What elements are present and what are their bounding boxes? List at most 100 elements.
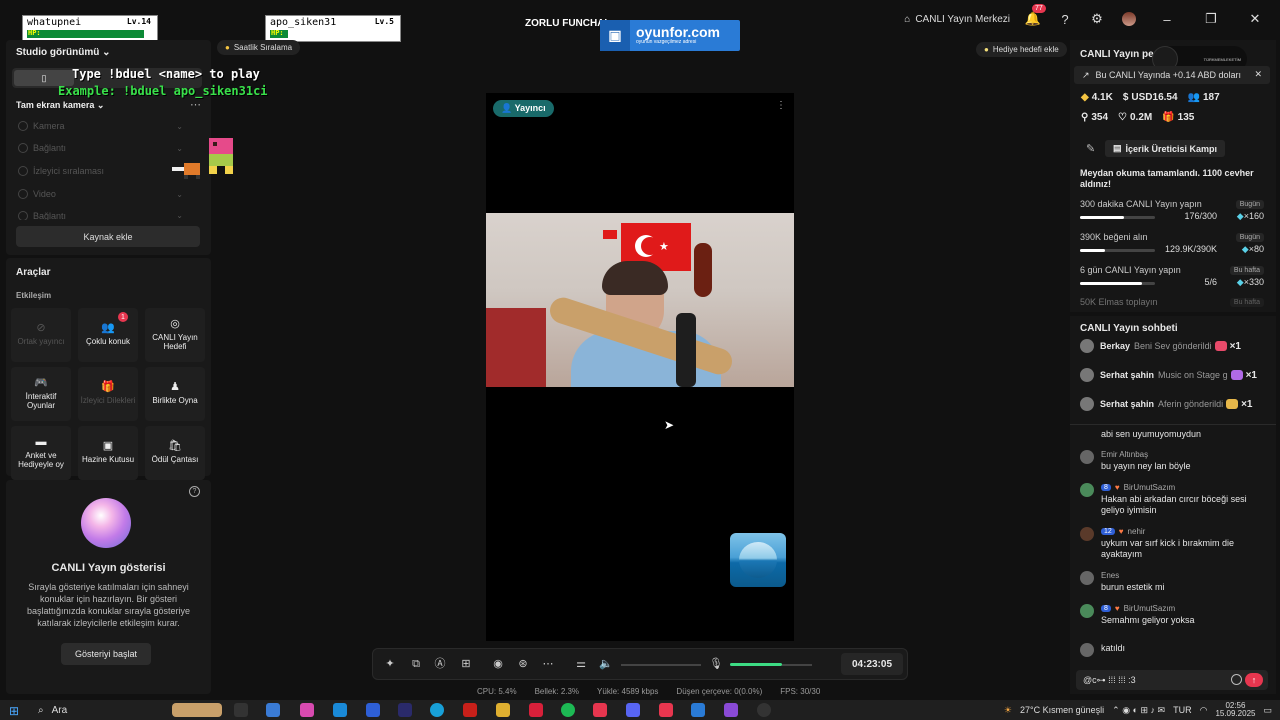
studio-view-dropdown[interactable]: Studio görünümü ⌄ [16, 47, 111, 58]
folder-icon[interactable] [496, 703, 510, 717]
file-explorer-icon[interactable] [266, 703, 280, 717]
tool-viewer-wishes[interactable]: 🎁 İzleyici Dilekleri [78, 367, 138, 421]
avatar[interactable] [1120, 10, 1138, 28]
speaker-icon[interactable]: 🔈 [599, 657, 613, 671]
spotify-icon[interactable] [561, 703, 575, 717]
tool-live-goal[interactable]: ◎ CANLI Yayın Hedefi [145, 308, 205, 362]
gift-goal-pill[interactable]: ● Hediye hedefi ekle [976, 42, 1067, 57]
notification-icon[interactable]: ▭ [1263, 705, 1272, 716]
avatar[interactable] [1080, 483, 1094, 497]
stats-row-2: ⚲ 354 ♡ 0.2M 🎁 135 [1081, 112, 1195, 123]
microphone-icon[interactable]: 🎙 [709, 657, 723, 671]
player-1-level: Lv.14 [126, 17, 151, 26]
avatar[interactable] [1080, 643, 1094, 657]
tool-interactive-games[interactable]: 🎮 İnteraktif Oyunlar [11, 367, 71, 421]
game-app-icon[interactable] [463, 703, 477, 717]
hourly-ranking-pill[interactable]: ● Saatlik Sıralama [217, 40, 301, 55]
upload-stat: Yükle: 4589 kbps [597, 687, 659, 696]
tool-play-together[interactable]: ♟ Birlikte Oyna [145, 367, 205, 421]
help-icon[interactable]: ? [1056, 10, 1074, 28]
notification-count: 77 [1032, 4, 1046, 13]
more-icon[interactable]: ⋯ [190, 98, 201, 111]
stream-stats: CPU: 5.4% Bellek: 2.3% Yükle: 4589 kbps … [477, 687, 820, 696]
disco-ball-icon [81, 498, 131, 548]
gift-icon: 🎁 [1162, 112, 1175, 123]
source-item-viewer-ranking[interactable]: İzleyici sıralaması [18, 166, 183, 176]
magic-wand-icon[interactable]: ✦ [383, 657, 397, 671]
weather-text[interactable]: 27°C Kısmen güneşli [1020, 705, 1104, 715]
avatar[interactable] [1080, 604, 1094, 618]
start-show-button[interactable]: Gösteriyi başlat [61, 643, 151, 665]
wifi-icon[interactable]: ◠ [1200, 705, 1208, 716]
mission-header: Meydan okuma tamamlandı. 1100 cevher ald… [1080, 168, 1254, 189]
app-k-icon[interactable] [529, 703, 543, 717]
edit-person-icon[interactable]: ✎ [1086, 142, 1095, 155]
gift-event: Serhat şahin Aferin gönderildi ×1 [1080, 396, 1264, 412]
weather-icon: ☀ [1003, 704, 1012, 715]
copilot-icon[interactable] [300, 703, 314, 717]
treasure-icon: ▣ [102, 440, 114, 452]
close-icon[interactable]: ✕ [1254, 69, 1262, 80]
stream-title: ZORLU FUNCHAL [525, 18, 611, 29]
emoji-icon[interactable] [1231, 674, 1242, 685]
task-view-icon[interactable] [234, 703, 248, 717]
gear-icon[interactable]: ⚙ [1088, 10, 1106, 28]
clock[interactable]: 02:56 15.09.2025 [1215, 702, 1255, 718]
add-source-button[interactable]: Kaynak ekle [16, 226, 200, 247]
sponsor-brand: oyunfor.com [636, 24, 721, 40]
screen-share-icon[interactable]: ⧉ [409, 657, 423, 671]
app-icon[interactable] [691, 703, 705, 717]
gem-icon: ◆ [1236, 211, 1244, 221]
gift-icon [1226, 399, 1239, 409]
source-item-video[interactable]: Video ⌄ [18, 189, 183, 199]
source-item-link-2[interactable]: Bağlantı ⌄ [18, 211, 183, 220]
host-badge[interactable]: 👤 Yayıncı [493, 100, 554, 117]
app-icon[interactable] [724, 703, 738, 717]
app-icon[interactable] [757, 703, 771, 717]
avatar[interactable] [1080, 571, 1094, 585]
bell-icon[interactable]: 🔔 77 [1024, 4, 1046, 28]
avatar[interactable] [1080, 527, 1094, 541]
performance-title: CANLI Yayın pe [1080, 49, 1154, 60]
effects-icon[interactable]: ⊛ [516, 657, 530, 671]
more-icon[interactable]: ⋯ [541, 657, 555, 671]
discord-icon[interactable] [626, 703, 640, 717]
maximize-button[interactable]: ❐ [1196, 11, 1226, 27]
source-item-link[interactable]: Bağlantı ⌄ [18, 143, 183, 153]
ocean-thumbnail[interactable] [730, 533, 786, 587]
live-center-link[interactable]: ⌂ CANLI Yayın Merkezi [904, 14, 1010, 25]
tray-icons[interactable]: ⌃ ◉ ◐ ⊞ ♪ ✉ [1112, 705, 1165, 716]
language[interactable]: TUR [1173, 705, 1192, 715]
help-icon[interactable]: ? [189, 486, 200, 497]
search-icon: ⌕ [38, 704, 44, 716]
windows-start-icon[interactable]: ⊞ [9, 704, 19, 718]
volume-slider[interactable] [621, 664, 701, 666]
tool-poll[interactable]: ▬ Anket ve Hediyeyle oy [11, 426, 71, 480]
tool-multi-guest[interactable]: 1 👥 Çoklu konuk [78, 308, 138, 362]
send-button[interactable]: ↑ [1245, 673, 1263, 687]
tiktok-live-icon[interactable] [593, 703, 607, 717]
creator-camp-button[interactable]: ▤ İçerik Üreticisi Kampı [1105, 140, 1226, 157]
minimize-button[interactable]: – [1152, 12, 1182, 27]
avatar[interactable] [1080, 450, 1094, 464]
tool-treasure-box[interactable]: ▣ Hazine Kutusu [78, 426, 138, 480]
tool-co-host[interactable]: ⊘ Ortak yayıncı [11, 308, 71, 362]
tool-reward-bag[interactable]: 🛍 Ödül Çantası [145, 426, 205, 480]
ranking-icon [18, 166, 28, 176]
more-icon[interactable]: ⋮ [776, 100, 786, 111]
mail-icon[interactable] [366, 703, 380, 717]
close-button[interactable]: ✕ [1240, 11, 1270, 27]
add-media-icon[interactable]: ⊞ [459, 657, 473, 671]
record-icon[interactable]: ◉ [491, 657, 505, 671]
settings-sliders-icon[interactable]: ⚌ [574, 657, 588, 671]
cursor-icon: ➤ [664, 418, 675, 432]
source-item-camera[interactable]: Kamera ⌄ [18, 121, 183, 131]
edge-icon[interactable] [333, 703, 347, 717]
ai-icon[interactable]: Ⓐ [433, 657, 447, 671]
mic-level-slider[interactable] [730, 663, 782, 666]
edge-dev-icon[interactable] [430, 703, 444, 717]
app-icon[interactable] [398, 703, 412, 717]
app-icon[interactable] [659, 703, 673, 717]
chevron-down-icon: ⌄ [176, 211, 183, 220]
fullscreen-camera-dropdown[interactable]: Tam ekran kamera ⌄ [16, 100, 104, 111]
